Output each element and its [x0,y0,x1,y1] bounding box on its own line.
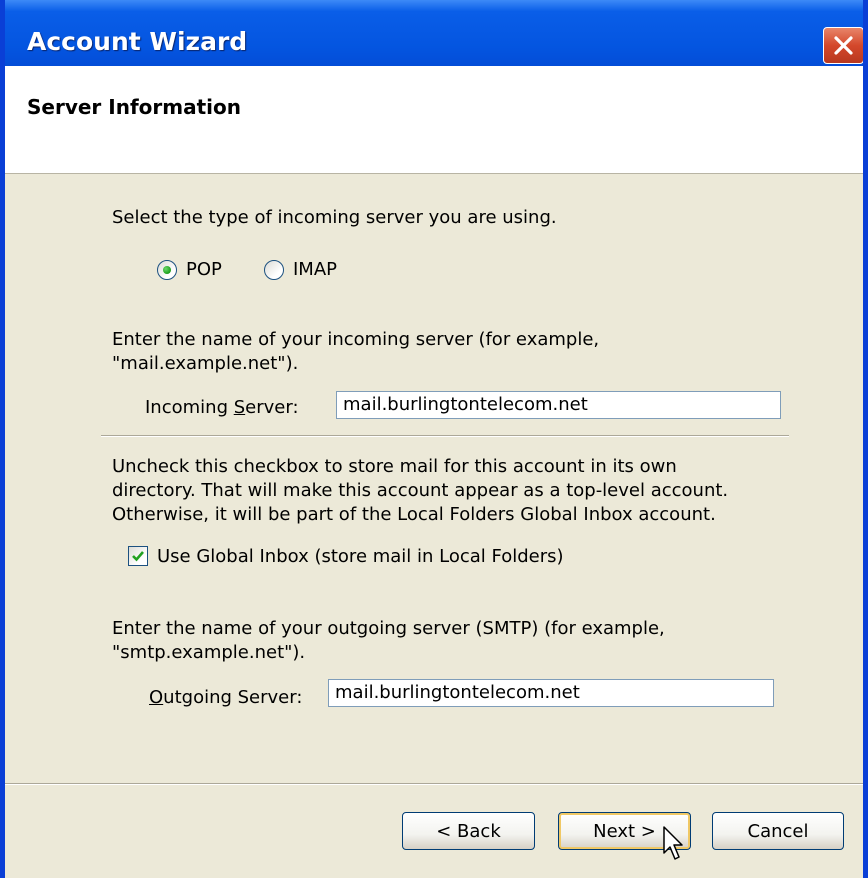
outgoing-label-post: utgoing Server: [163,687,303,708]
incoming-label-post: erver: [245,397,299,418]
radio-selected-dot [163,266,171,274]
incoming-label-accel: S [233,397,246,418]
server-type-prompt: Select the type of incoming server you a… [112,207,557,228]
pop-radio-label[interactable]: POP [186,258,222,281]
use-global-inbox-label[interactable]: Use Global Inbox (store mail in Local Fo… [157,545,564,568]
footer-divider [5,783,863,785]
use-global-inbox-checkbox[interactable] [128,546,148,566]
imap-radio[interactable] [264,260,284,280]
close-button[interactable] [823,27,863,64]
pop-radio[interactable] [157,260,177,280]
outgoing-label-accel: O [149,687,164,708]
outgoing-prompt-line1: Enter the name of your outgoing server (… [112,618,665,639]
page-title: Server Information [27,95,241,119]
global-inbox-desc-line2: directory. That will make this account a… [112,480,729,501]
back-button[interactable]: < Back [402,812,535,850]
section-divider [101,435,789,437]
outgoing-server-label: Outgoing Server: [149,686,302,709]
incoming-server-label: Incoming Server: [145,396,299,419]
incoming-prompt-line1: Enter the name of your incoming server (… [112,329,600,350]
incoming-prompt-line2: "mail.example.net"). [112,353,299,374]
window-title: Account Wizard [27,27,248,56]
account-wizard-window: Account Wizard Server Information Select… [0,0,868,878]
cancel-button[interactable]: Cancel [712,812,844,850]
global-inbox-desc-line1: Uncheck this checkbox to store mail for … [112,456,677,477]
outgoing-prompt-line2: "smtp.example.net"). [112,642,306,663]
global-inbox-desc-line3: Otherwise, it will be part of the Local … [112,504,716,525]
incoming-label-pre: Incoming [145,397,234,418]
incoming-server-input[interactable]: mail.burlingtontelecom.net [336,391,781,419]
mouse-pointer-icon [663,826,687,866]
imap-radio-label[interactable]: IMAP [293,258,337,281]
outgoing-server-input[interactable]: mail.burlingtontelecom.net [328,679,774,707]
wizard-header: Server Information [5,66,863,174]
